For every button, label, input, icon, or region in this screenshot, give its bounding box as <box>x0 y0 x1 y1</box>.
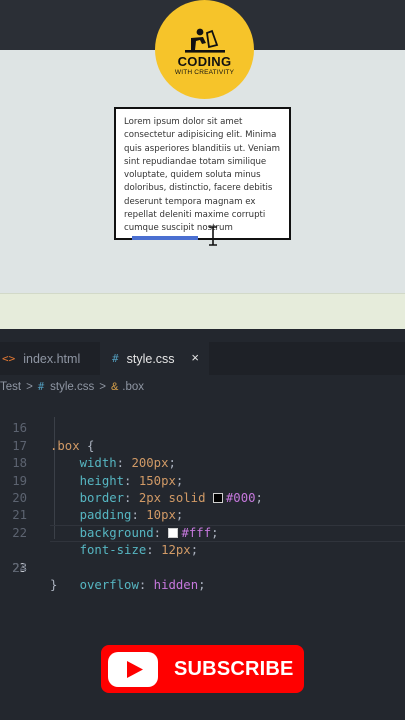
code-lines[interactable]: 16 .box { 17 width: 200px; 18 height: 15… <box>0 403 405 592</box>
css-property: overflow <box>79 577 139 592</box>
code-line: 19 border: 2px solid #000; <box>0 455 405 505</box>
close-icon[interactable]: × <box>191 350 199 365</box>
html-file-icon: <> <box>2 352 16 365</box>
code-line: 17 width: 200px; <box>0 420 405 470</box>
css-file-icon: # <box>37 381 45 393</box>
breadcrumb-file[interactable]: style.css <box>50 381 94 393</box>
breadcrumb-selector[interactable]: .box <box>122 381 144 393</box>
subscribe-button[interactable]: SUBSCRIBE <box>101 645 304 693</box>
demo-box-scrollbar[interactable] <box>132 236 198 240</box>
code-line-current: 23 overflow: hidden; <box>0 524 405 592</box>
tab-index-html[interactable]: <> index.html <box>0 342 100 375</box>
line-number: 24 <box>12 560 27 575</box>
overflow-demo-box[interactable]: Lorem ipsum dolor sit amet consectetur a… <box>114 107 291 240</box>
editor-tab-bar: <> index.html # style.css × <box>0 342 405 375</box>
breadcrumb: Test > # style.css > & .box <box>0 377 405 397</box>
code-line: 21 background: #fff; <box>0 490 405 539</box>
logo-title: CODING <box>177 54 232 69</box>
demo-box-text: Lorem ipsum dolor sit amet consectetur a… <box>124 117 281 234</box>
text-cursor-icon <box>209 226 217 246</box>
selector-icon: & <box>110 381 119 393</box>
coder-at-desk-icon <box>184 28 225 53</box>
subscribe-label: SUBSCRIBE <box>174 657 294 680</box>
code-line: 20 padding: 10px; <box>0 473 405 522</box>
youtube-play-icon <box>108 651 158 687</box>
tab-label: style.css <box>126 351 175 366</box>
current-line-highlight <box>50 524 405 543</box>
breadcrumb-folder[interactable]: Test <box>0 381 21 393</box>
breadcrumb-separator: > <box>99 381 106 393</box>
close-brace: } <box>50 577 58 592</box>
browser-preview-footer <box>0 293 405 329</box>
tab-label: index.html <box>23 351 81 366</box>
code-line: 22 font-size: 12px; <box>0 507 405 557</box>
channel-logo: CODING WITH CREATIVITY <box>155 0 254 99</box>
code-line: 16 .box { <box>0 403 405 452</box>
code-line: 18 height: 150px; <box>0 438 405 487</box>
breadcrumb-separator: > <box>26 381 33 393</box>
tab-style-css[interactable]: # style.css × <box>100 342 209 375</box>
logo-subtitle: WITH CREATIVITY <box>174 69 235 76</box>
css-file-icon: # <box>112 352 119 365</box>
css-keyword-value: hidden <box>153 577 199 592</box>
code-line: 24 } <box>0 542 405 592</box>
